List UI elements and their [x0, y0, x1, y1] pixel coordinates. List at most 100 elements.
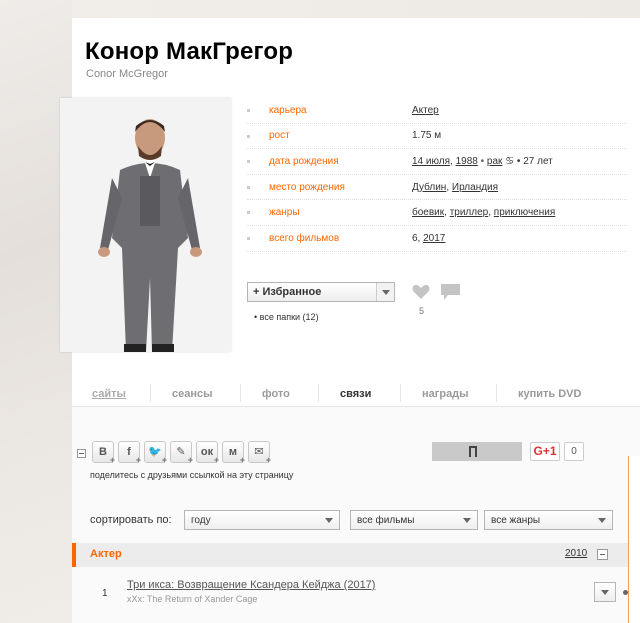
row-bullet	[247, 185, 250, 189]
share-counter-bar[interactable]	[432, 442, 522, 461]
info-link[interactable]: Дублин	[412, 182, 446, 193]
info-label: дата рождения	[269, 155, 339, 167]
tab-separator	[240, 384, 241, 402]
tab-3[interactable]: связи	[340, 388, 371, 400]
info-value: 14 июля, 1988 • рак ♋ • 27 лет	[412, 156, 553, 167]
info-link[interactable]: боевик	[412, 207, 444, 218]
info-text: ♋ • 27 лет	[502, 155, 553, 167]
info-value: Актер	[412, 105, 439, 116]
plus-icon: +	[213, 455, 219, 465]
tab-0[interactable]: сайты	[92, 388, 126, 400]
share-collapse-toggle[interactable]	[77, 449, 86, 458]
email-icon[interactable]: ✉ +	[248, 441, 271, 465]
tab-2[interactable]: фото	[262, 388, 290, 400]
info-link[interactable]: 1988	[456, 156, 478, 167]
film-original-title: xXx: The Return of Xander Cage	[127, 594, 258, 604]
page-title: Конор МакГрегор	[85, 38, 294, 65]
share-glyph: м	[228, 446, 238, 458]
livejournal-icon[interactable]: ✎ +	[170, 441, 193, 465]
section-year-link[interactable]: 2010	[565, 548, 587, 559]
facebook-icon[interactable]: f +	[118, 441, 141, 465]
films-filter-select[interactable]: все фильмы	[350, 510, 478, 530]
info-row: место рождения Дублин, Ирландия	[247, 175, 627, 201]
info-value: 6, 2017	[412, 233, 445, 244]
info-value: боевик, триллер, приключения	[412, 207, 555, 218]
plus-icon: +	[135, 455, 141, 465]
person-photo-image	[60, 98, 231, 352]
info-table: карьера Актер рост 1.75 м дата рождения 14 ию…	[247, 98, 627, 252]
plus-icon: +	[161, 455, 167, 465]
info-row: жанры боевик, триллер, приключения	[247, 200, 627, 226]
share-glyph: В	[99, 446, 107, 458]
chevron-down-icon	[598, 518, 606, 523]
info-link[interactable]: приключения	[494, 207, 555, 218]
info-label: место рождения	[269, 181, 345, 193]
gplus-count: 0	[564, 442, 584, 461]
favorites-select[interactable]: + Избранное	[247, 282, 395, 302]
info-row: карьера Актер	[247, 98, 627, 124]
tab-separator	[400, 384, 401, 402]
info-link[interactable]: триллер	[450, 207, 489, 218]
info-value: 1.75 м	[412, 130, 441, 141]
plus-icon: +	[187, 455, 193, 465]
vk-icon[interactable]: В +	[92, 441, 115, 465]
section-title: Актер	[90, 548, 122, 560]
sort-by-select[interactable]: году	[184, 510, 340, 530]
row-bullet	[247, 160, 250, 164]
document-icon	[469, 446, 477, 457]
heart-icon[interactable]	[412, 284, 430, 300]
original-name: Conor McGregor	[86, 68, 168, 80]
mailru-icon[interactable]: м +	[222, 441, 245, 465]
tab-separator	[318, 384, 319, 402]
comment-icon[interactable]	[440, 283, 461, 301]
info-label: рост	[269, 130, 290, 142]
all-folders-link[interactable]: • все папки (12)	[254, 312, 319, 322]
row-bullet	[247, 109, 250, 112]
chevron-down-icon	[382, 290, 390, 295]
plus-icon: +	[239, 455, 245, 465]
chevron-down-icon	[325, 518, 333, 523]
info-link[interactable]: 14 июля	[412, 156, 450, 167]
share-glyph: 🐦	[148, 446, 162, 458]
info-text: 6,	[412, 232, 424, 244]
person-photo[interactable]	[60, 98, 231, 352]
info-label: всего фильмов	[269, 232, 340, 244]
share-glyph: ок	[200, 446, 214, 458]
genres-filter-value: все жанры	[491, 515, 541, 526]
section-collapse-toggle[interactable]	[597, 549, 608, 560]
film-actions-dropdown[interactable]	[594, 582, 616, 602]
tab-5[interactable]: купить DVD	[518, 388, 581, 400]
tab-4[interactable]: награды	[422, 388, 469, 400]
share-icons: В + f + 🐦 + ✎ + ок + м + ✉ +	[92, 441, 271, 465]
share-glyph: f	[127, 446, 131, 458]
tab-separator	[150, 384, 151, 402]
odnoklassniki-icon[interactable]: ок +	[196, 441, 219, 465]
film-number: 1	[102, 588, 108, 599]
plus-icon: +	[265, 455, 271, 465]
film-title-link[interactable]: Три икса: Возвращение Ксандера Кейджа (2…	[127, 579, 375, 591]
info-value: Дублин, Ирландия	[412, 182, 498, 193]
info-text: •	[477, 155, 487, 167]
row-bullet	[247, 211, 250, 215]
tab-1[interactable]: сеансы	[172, 388, 213, 400]
share-text: поделитесь с друзьями ссылкой на эту стр…	[90, 470, 294, 480]
film-status-dot	[623, 590, 628, 595]
twitter-icon[interactable]: 🐦 +	[144, 441, 167, 465]
share-glyph: ✎	[176, 446, 186, 458]
info-link[interactable]: Ирландия	[452, 182, 498, 193]
films-filter-value: все фильмы	[357, 515, 415, 526]
plus-icon: +	[109, 455, 115, 465]
share-glyph: ✉	[254, 446, 264, 458]
gplus-button[interactable]: G+1	[530, 442, 560, 461]
info-link[interactable]: рак	[487, 156, 503, 167]
chevron-down-icon	[601, 590, 609, 595]
section-header	[72, 543, 628, 567]
genres-filter-select[interactable]: все жанры	[484, 510, 613, 530]
favorites-dropdown-toggle[interactable]	[376, 283, 394, 301]
info-link[interactable]: 2017	[423, 233, 445, 244]
chevron-down-icon	[463, 518, 471, 523]
info-row: дата рождения 14 июля, 1988 • рак ♋ • 27 …	[247, 149, 627, 175]
info-link[interactable]: Актер	[412, 105, 439, 116]
side-panel-edge	[628, 456, 640, 623]
info-text: 1.75 м	[412, 130, 442, 142]
